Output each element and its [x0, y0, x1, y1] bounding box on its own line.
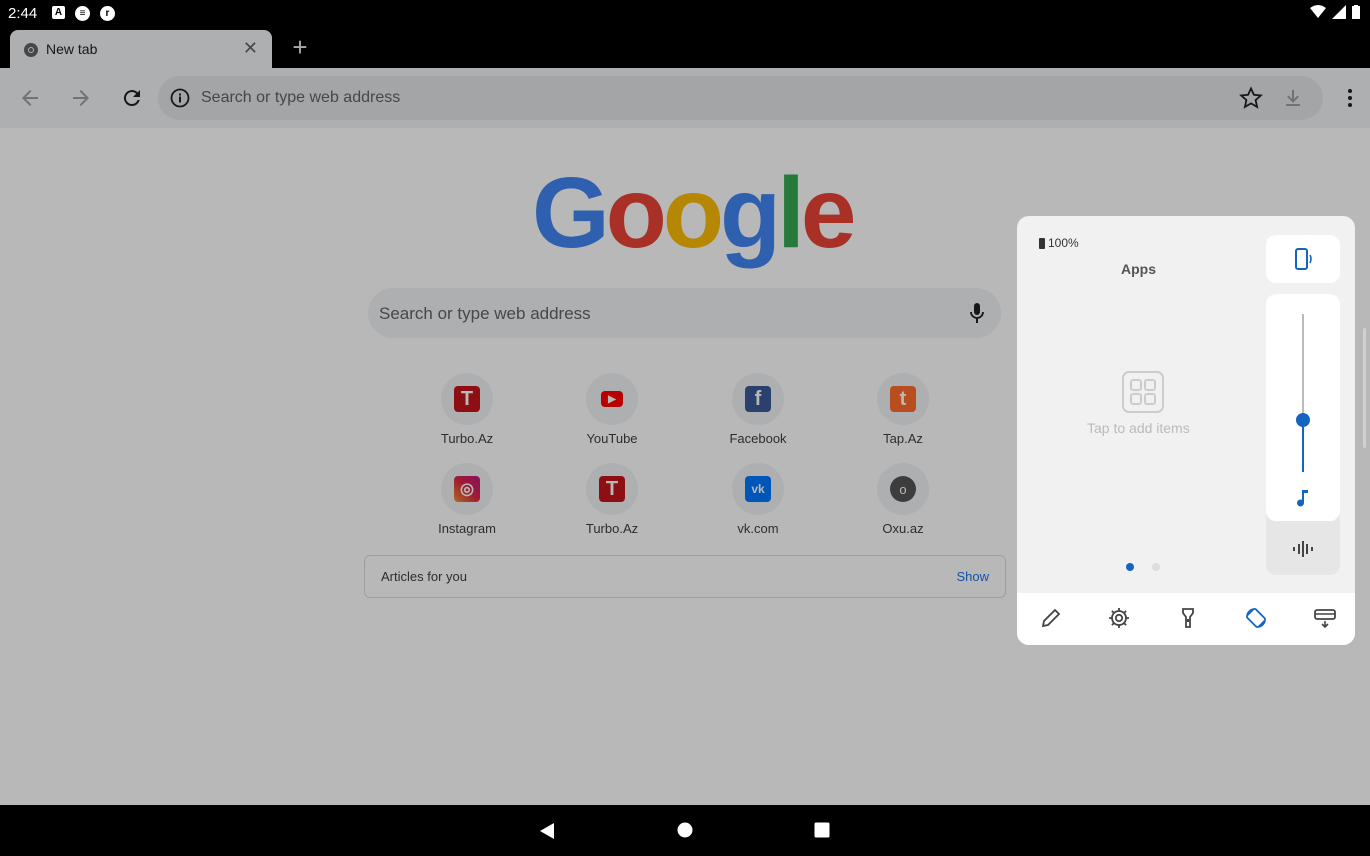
page-dot-active[interactable]	[1126, 563, 1134, 571]
volume-thumb[interactable]	[1296, 412, 1310, 427]
notification-r-icon: r	[100, 6, 115, 21]
flashlight-icon[interactable]	[1176, 606, 1200, 630]
back-triangle-icon[interactable]	[539, 822, 555, 840]
music-note-icon	[1297, 490, 1308, 507]
media-volume-slider[interactable]	[1266, 294, 1340, 575]
scrollbar[interactable]	[1363, 328, 1366, 448]
recents-square-icon[interactable]	[814, 822, 830, 838]
navigation-bar	[0, 805, 1370, 856]
signal-icon	[1332, 5, 1346, 19]
apps-grid-icon[interactable]	[1122, 371, 1164, 413]
volume-panel: 100% Apps Tap to add items	[1017, 216, 1355, 645]
battery-icon	[1352, 5, 1360, 19]
page-indicator	[1126, 563, 1160, 571]
home-circle-icon[interactable]	[677, 822, 693, 838]
notification-icons: A ≡ r	[52, 6, 115, 21]
edit-pencil-icon[interactable]	[1039, 606, 1063, 630]
tap-to-add-items[interactable]: Tap to add items	[1087, 420, 1190, 436]
notification-list-icon: ≡	[75, 6, 90, 21]
auto-rotate-icon[interactable]	[1244, 606, 1268, 630]
system-icons	[1310, 5, 1360, 19]
page-dot[interactable]	[1152, 563, 1160, 571]
volume-settings-icon[interactable]	[1291, 539, 1315, 559]
volume-fill	[1302, 419, 1304, 472]
status-bar: 2:44 A ≡ r	[0, 0, 1370, 28]
panel-toolbar	[1017, 593, 1355, 645]
settings-gear-icon[interactable]	[1107, 606, 1131, 630]
vibrate-phone-icon	[1295, 248, 1312, 270]
battery-icon	[1039, 237, 1045, 249]
ringer-mode-button[interactable]	[1266, 235, 1340, 283]
apps-title: Apps	[1121, 261, 1156, 277]
expand-panel-icon[interactable]	[1313, 606, 1337, 630]
status-time: 2:44	[8, 5, 38, 22]
battery-indicator: 100%	[1039, 236, 1079, 250]
wifi-icon	[1310, 5, 1326, 18]
battery-level: 100%	[1048, 236, 1079, 250]
notification-a-icon: A	[52, 6, 65, 19]
